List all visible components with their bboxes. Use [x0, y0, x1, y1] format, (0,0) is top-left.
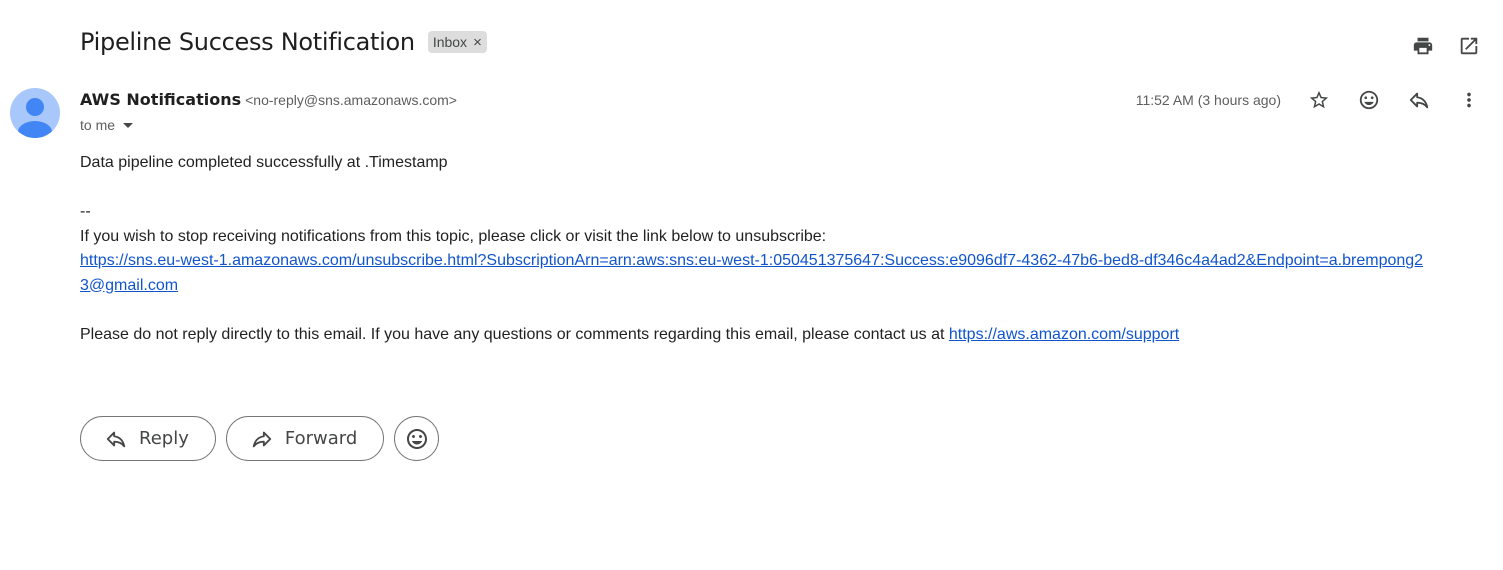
recipient-details-toggle[interactable]: to me: [80, 117, 134, 133]
reply-icon[interactable]: [1407, 88, 1431, 112]
sender-email: <no-reply@sns.amazonaws.com>: [245, 92, 457, 108]
open-in-new-icon[interactable]: [1457, 34, 1481, 58]
forward-button[interactable]: Forward: [225, 416, 385, 461]
email-body: Data pipeline completed successfully at …: [80, 151, 1425, 347]
print-icon[interactable]: [1411, 34, 1435, 58]
reply-button[interactable]: Reply: [80, 416, 216, 461]
support-text: Please do not reply directly to this ema…: [80, 325, 949, 343]
inbox-label-chip[interactable]: Inbox ×: [427, 31, 487, 53]
email-subject: Pipeline Success Notification: [80, 28, 415, 56]
person-icon: [18, 98, 52, 138]
remove-label-icon[interactable]: ×: [473, 34, 482, 51]
email-header: Pipeline Success Notification Inbox ×: [80, 28, 487, 56]
support-link[interactable]: https://aws.amazon.com/support: [949, 326, 1179, 343]
message-actions: 11:52 AM (3 hours ago): [1136, 88, 1481, 112]
label-text: Inbox: [432, 34, 468, 50]
sender-name[interactable]: AWS Notifications: [80, 90, 241, 109]
more-vert-icon[interactable]: [1457, 88, 1481, 112]
emoji-icon: [406, 428, 427, 449]
signature-separator: --: [80, 203, 91, 220]
recipient-text: to me: [80, 117, 116, 133]
reply-label: Reply: [139, 428, 189, 449]
star-icon[interactable]: [1307, 88, 1331, 112]
unsubscribe-link[interactable]: https://sns.eu-west-1.amazonaws.com/unsu…: [80, 252, 1423, 294]
forward-label: Forward: [284, 428, 358, 449]
reply-actions: Reply Forward: [80, 416, 440, 461]
support-paragraph: Please do not reply directly to this ema…: [80, 323, 1425, 348]
body-line: Data pipeline completed successfully at …: [80, 154, 448, 171]
reply-icon: [106, 431, 126, 447]
chevron-down-icon: [123, 122, 134, 128]
message-timestamp: 11:52 AM (3 hours ago): [1135, 92, 1281, 108]
react-emoji-button[interactable]: [394, 416, 440, 461]
thread-actions: [1411, 34, 1481, 58]
emoji-icon[interactable]: [1357, 88, 1381, 112]
forward-icon: [252, 431, 272, 447]
sender-info: AWS Notifications <no-reply@sns.amazonaw…: [80, 90, 457, 109]
sender-avatar[interactable]: [10, 88, 60, 138]
unsubscribe-text: If you wish to stop receiving notificati…: [80, 227, 827, 245]
